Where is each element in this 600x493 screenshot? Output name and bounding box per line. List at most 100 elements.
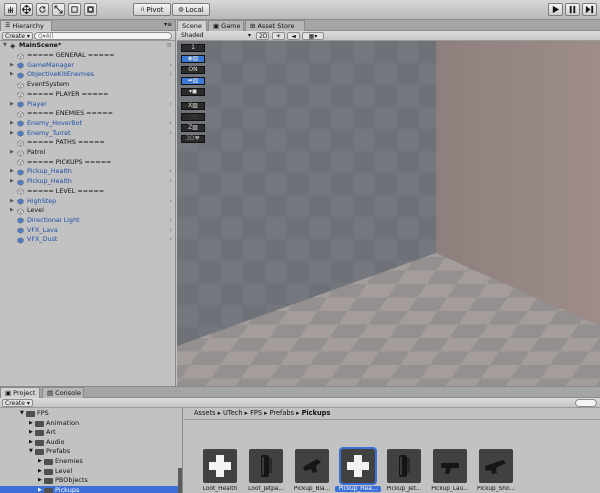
panel-menu-icon[interactable]: ▾≡: [164, 20, 172, 30]
hierarchy-item[interactable]: ▶ Pickup_Health ›: [0, 177, 176, 187]
breadcrumb-item[interactable]: FPS: [250, 409, 262, 417]
gizmo-on-button[interactable]: ON: [181, 66, 205, 74]
breadcrumb-item[interactable]: Prefabs: [270, 409, 294, 417]
expand-triangle-icon[interactable]: ▼: [20, 409, 24, 419]
shotgun-thumbnail-icon[interactable]: [479, 449, 513, 483]
hierarchy-item[interactable]: ▶ GameManager ›: [0, 61, 176, 71]
hierarchy-item[interactable]: ===== PATHS =====: [0, 138, 176, 148]
tab-asset-store[interactable]: ⊞ Asset Store: [245, 20, 305, 31]
lighting-toggle[interactable]: ☀: [272, 32, 285, 40]
collapse-triangle-icon[interactable]: ▶: [29, 419, 33, 429]
project-create-dropdown[interactable]: Create ▾: [2, 399, 33, 407]
folder-tree-item[interactable]: ▼ Prefabs: [0, 447, 182, 457]
hierarchy-item[interactable]: Directional Light ›: [0, 216, 176, 226]
chevron-right-icon[interactable]: ›: [169, 100, 172, 110]
local-toggle[interactable]: ◍ Local: [172, 3, 210, 16]
hierarchy-item[interactable]: ▶ HighStep ›: [0, 197, 176, 207]
scale-tool-button[interactable]: [52, 3, 65, 16]
expand-triangle-icon[interactable]: ▶: [10, 70, 14, 80]
hierarchy-item[interactable]: ===== PICKUPS =====: [0, 158, 176, 168]
scene-view[interactable]: Scene ▣ Game ⊞ Asset Store Shaded ▾ 2D ☀ ◄ …: [177, 20, 600, 386]
folder-tree-item[interactable]: ▶ Audio: [0, 438, 182, 448]
folder-tree-item[interactable]: ▶ PBObjects: [0, 476, 182, 486]
folder-tree-item[interactable]: ▶ Art: [0, 428, 182, 438]
hierarchy-item[interactable]: ▶ ObjectiveKillEnemies ›: [0, 70, 176, 80]
gizmo-y-button[interactable]: Y ▨: [181, 113, 205, 121]
hierarchy-create-dropdown[interactable]: Create ▾: [2, 32, 33, 40]
expand-triangle-icon[interactable]: ▶: [10, 177, 14, 187]
play-button[interactable]: [548, 3, 563, 16]
chevron-right-icon[interactable]: ›: [169, 167, 172, 177]
jetpack-thumbnail-icon[interactable]: [249, 449, 283, 483]
move-tool-button[interactable]: [20, 3, 33, 16]
tab-console[interactable]: ▤ Console: [42, 387, 84, 398]
breadcrumb-item[interactable]: Assets: [194, 409, 215, 417]
collapse-triangle-icon[interactable]: ▶: [38, 457, 42, 467]
chevron-right-icon[interactable]: ›: [169, 129, 172, 139]
hand-tool-button[interactable]: [4, 3, 17, 16]
expand-triangle-icon[interactable]: ▶: [10, 129, 14, 139]
chevron-right-icon[interactable]: ›: [169, 61, 172, 71]
expand-triangle-icon[interactable]: ▶: [10, 61, 14, 71]
effects-dropdown[interactable]: ▦▾: [302, 32, 324, 40]
tab-hierarchy[interactable]: ☰ Hierarchy: [0, 20, 52, 31]
blaster-thumbnail-icon[interactable]: [295, 449, 329, 483]
shading-mode-dropdown[interactable]: Shaded ▾: [179, 32, 251, 40]
chevron-right-icon[interactable]: ›: [169, 70, 172, 80]
breadcrumb-item[interactable]: UTech: [223, 409, 243, 417]
gizmo-x-button[interactable]: X ▨: [181, 102, 205, 110]
tree-scrollbar[interactable]: [178, 468, 182, 493]
collapse-triangle-icon[interactable]: ▶: [29, 428, 33, 438]
rect-tool-button[interactable]: [68, 3, 81, 16]
collapse-triangle-icon[interactable]: ▶: [29, 438, 33, 448]
expand-triangle-icon[interactable]: ▶: [10, 148, 14, 158]
hierarchy-item[interactable]: EventSystem: [0, 80, 176, 90]
tab-scene[interactable]: Scene: [177, 20, 207, 31]
scene-menu-icon[interactable]: ≡: [166, 41, 172, 51]
gizmo-layer-button[interactable]: 1: [181, 44, 205, 52]
gizmo-arrow-button[interactable]: ➡▨: [181, 77, 205, 85]
hierarchy-item[interactable]: ▶ Patrol: [0, 148, 176, 158]
cross-thumbnail-icon[interactable]: [203, 449, 237, 483]
chevron-right-icon[interactable]: ›: [169, 216, 172, 226]
transform-tool-button[interactable]: [84, 3, 97, 16]
folder-tree-item[interactable]: ▶ Animation: [0, 419, 182, 429]
audio-toggle[interactable]: ◄: [287, 32, 300, 40]
expand-triangle-icon[interactable]: ▶: [10, 206, 14, 216]
folder-tree-item[interactable]: ▼ FPS: [0, 409, 182, 419]
tab-game[interactable]: ▣ Game: [208, 20, 244, 31]
hierarchy-item[interactable]: ▶ Level: [0, 206, 176, 216]
hierarchy-item[interactable]: VFX_Dust ›: [0, 235, 176, 245]
gizmo-z-button[interactable]: Z ▨: [181, 124, 205, 132]
tab-project[interactable]: ▣ Project: [0, 387, 40, 398]
hierarchy-search-input[interactable]: Q▾All: [34, 32, 172, 40]
chevron-right-icon[interactable]: ›: [169, 177, 172, 187]
pivot-toggle[interactable]: ⁞⁞ Pivot: [133, 3, 171, 16]
expand-triangle-icon[interactable]: ▶: [10, 197, 14, 207]
hierarchy-item[interactable]: ▶ Enemy_HoverBot ›: [0, 119, 176, 129]
hierarchy-item[interactable]: ▶ Pickup_Health ›: [0, 167, 176, 177]
chevron-right-icon[interactable]: ›: [169, 226, 172, 236]
collapse-triangle-icon[interactable]: ▶: [38, 476, 42, 486]
expand-triangle-icon[interactable]: ▼: [3, 41, 7, 51]
mode-2d-toggle[interactable]: 2D: [256, 32, 269, 40]
chevron-right-icon[interactable]: ›: [169, 197, 172, 207]
folder-tree-item[interactable]: ▶ Level: [0, 467, 182, 477]
folder-tree-item[interactable]: ▶ Enemies: [0, 457, 182, 467]
hierarchy-item[interactable]: ===== GENERAL =====: [0, 51, 176, 61]
expand-triangle-icon[interactable]: ▼: [29, 447, 33, 457]
rotate-tool-button[interactable]: [36, 3, 49, 16]
collapse-triangle-icon[interactable]: ▶: [38, 467, 42, 477]
chevron-right-icon[interactable]: ›: [169, 235, 172, 245]
expand-triangle-icon[interactable]: ▶: [10, 100, 14, 110]
breadcrumb-item[interactable]: Pickups: [302, 409, 331, 417]
expand-triangle-icon[interactable]: ▶: [10, 119, 14, 129]
expand-triangle-icon[interactable]: ▶: [10, 167, 14, 177]
hierarchy-item[interactable]: VFX_Lava ›: [0, 226, 176, 236]
jetpack-thumbnail-icon[interactable]: [387, 449, 421, 483]
hierarchy-item[interactable]: ===== PLAYER =====: [0, 90, 176, 100]
cross-thumbnail-icon[interactable]: [339, 447, 377, 485]
chevron-right-icon[interactable]: ›: [169, 119, 172, 129]
scene-root-row[interactable]: ▼ ◈ MainScene* ≡: [0, 41, 176, 51]
gizmo-3d-button[interactable]: 3D ♥: [181, 135, 205, 143]
